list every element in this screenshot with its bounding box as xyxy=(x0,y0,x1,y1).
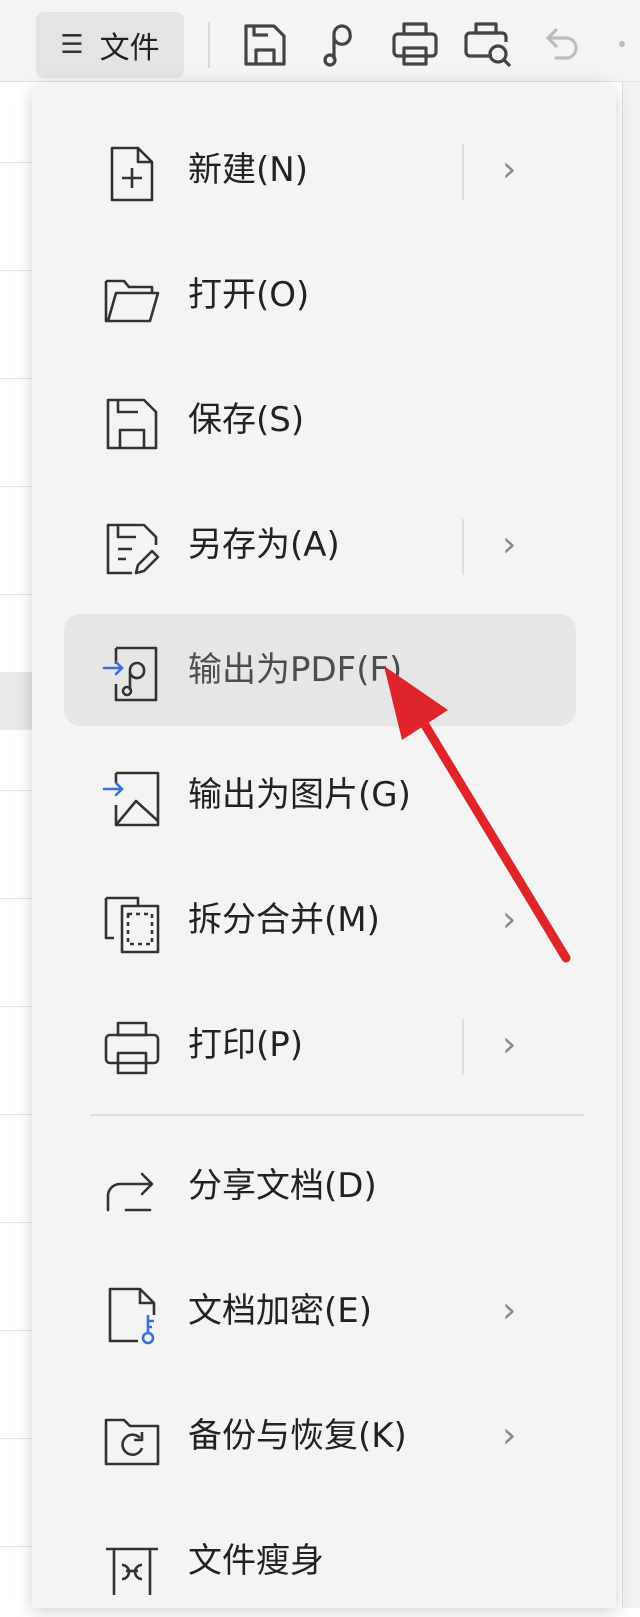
print-preview-icon[interactable] xyxy=(462,18,516,72)
menu-item-label: 新建(N) xyxy=(188,150,308,190)
submenu-separator xyxy=(462,144,464,200)
menu-item-label: 保存(S) xyxy=(188,400,305,440)
save-icon[interactable] xyxy=(238,18,292,72)
menu-item-new[interactable]: 新建(N) › xyxy=(64,114,576,226)
toolbar-separator xyxy=(208,22,210,68)
menu-item-label: 另存为(A) xyxy=(188,525,340,565)
menu-item-export-pdf[interactable]: 输出为PDF(F) xyxy=(64,614,576,726)
menu-item-label: 分享文档(D) xyxy=(188,1166,377,1206)
submenu-separator xyxy=(462,1019,464,1075)
backup-icon xyxy=(102,1410,162,1470)
top-toolbar: ☰ 文件 xyxy=(0,0,640,82)
new-file-icon xyxy=(102,144,162,204)
menu-item-share[interactable]: 分享文档(D) xyxy=(64,1130,576,1242)
chevron-right-icon[interactable]: › xyxy=(502,114,516,226)
file-menu-button[interactable]: ☰ 文件 xyxy=(36,12,184,78)
folder-icon xyxy=(102,269,162,329)
menu-item-export-image[interactable]: 输出为图片(G) xyxy=(64,739,576,851)
menu-item-open[interactable]: 打开(O) xyxy=(64,239,576,351)
menu-item-slim[interactable]: 文件瘦身 xyxy=(64,1505,576,1617)
menu-item-print[interactable]: 打印(P) › xyxy=(64,989,576,1101)
menu-item-save-as[interactable]: 另存为(A) › xyxy=(64,489,576,601)
export-pdf-icon xyxy=(102,644,162,704)
menu-item-label: 打开(O) xyxy=(188,275,310,315)
undo-icon[interactable] xyxy=(536,18,590,72)
menu-item-encrypt[interactable]: 文档加密(E) › xyxy=(64,1255,576,1367)
save-icon xyxy=(102,394,162,454)
chevron-right-icon[interactable]: › xyxy=(502,864,516,976)
menu-icon: ☰ xyxy=(60,30,84,60)
print-icon[interactable] xyxy=(388,18,442,72)
chevron-right-icon[interactable]: › xyxy=(502,1380,516,1492)
menu-item-label: 拆分合并(M) xyxy=(188,900,380,940)
menu-divider xyxy=(90,1114,584,1116)
print-icon xyxy=(102,1019,162,1079)
chevron-right-icon[interactable]: › xyxy=(502,989,516,1101)
split-merge-icon xyxy=(102,894,162,954)
menu-item-save[interactable]: 保存(S) xyxy=(64,364,576,476)
menu-item-backup[interactable]: 备份与恢复(K) › xyxy=(64,1380,576,1492)
file-menu-label: 文件 xyxy=(99,31,160,66)
submenu-separator xyxy=(462,519,464,575)
export-pdf-icon[interactable] xyxy=(314,18,368,72)
chevron-right-icon[interactable]: › xyxy=(502,1255,516,1367)
menu-item-label: 输出为PDF(F) xyxy=(188,650,403,690)
redo-icon[interactable] xyxy=(608,18,640,72)
save-as-icon xyxy=(102,519,162,579)
menu-item-label: 打印(P) xyxy=(188,1025,304,1065)
right-scroll-area[interactable] xyxy=(622,82,640,1608)
menu-item-label: 文档加密(E) xyxy=(188,1291,373,1331)
menu-item-label: 输出为图片(G) xyxy=(188,775,411,815)
menu-item-split-merge[interactable]: 拆分合并(M) › xyxy=(64,864,576,976)
file-dropdown-menu: 新建(N) › 打开(O) 保存(S) 另存为(A) › 输出为PDF(F) 输… xyxy=(32,82,616,1608)
menu-item-label: 备份与恢复(K) xyxy=(188,1416,407,1456)
slim-icon xyxy=(102,1535,162,1595)
menu-item-label: 文件瘦身 xyxy=(188,1541,324,1581)
share-icon xyxy=(102,1160,162,1220)
export-image-icon xyxy=(102,769,162,829)
chevron-right-icon[interactable]: › xyxy=(502,489,516,601)
encrypt-icon xyxy=(102,1285,162,1345)
